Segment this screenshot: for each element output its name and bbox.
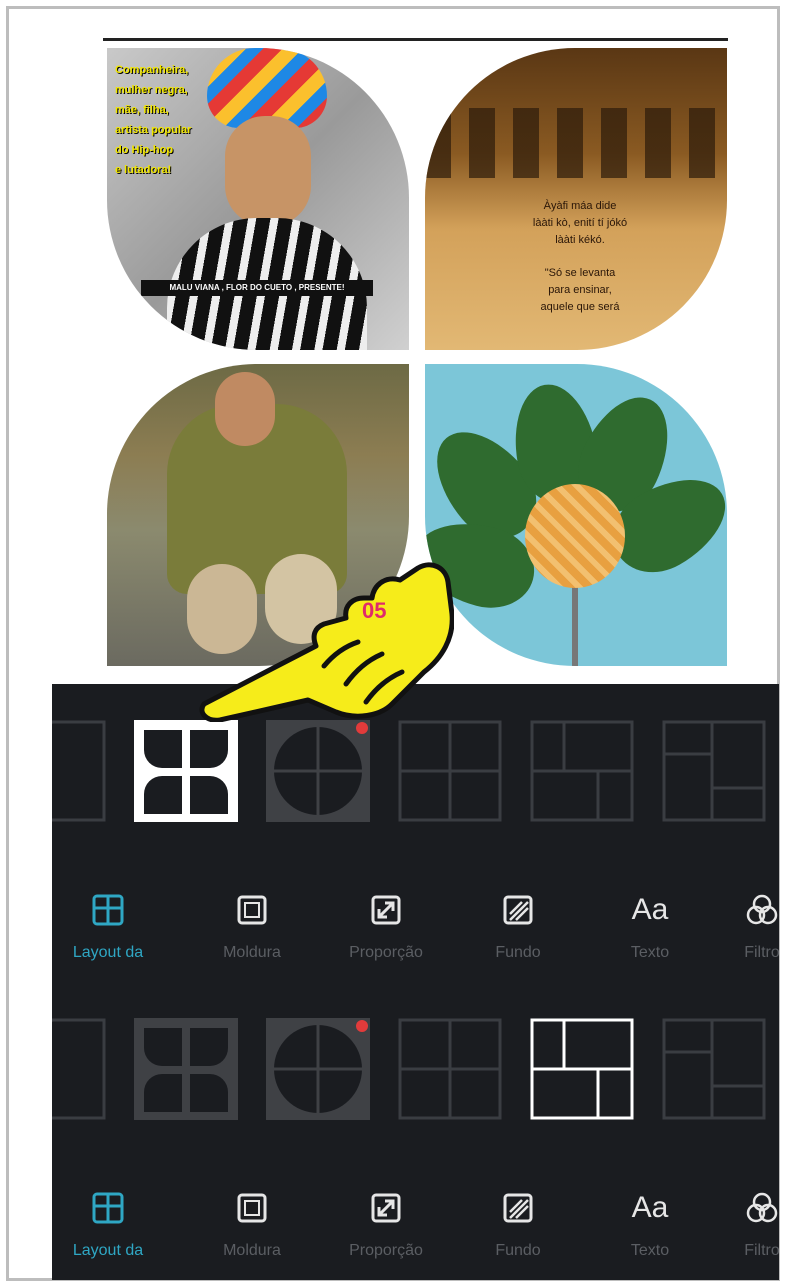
tool-label: Filtro bbox=[744, 1242, 779, 1259]
background-icon bbox=[503, 895, 533, 925]
proverb-line: lààti kékó. bbox=[555, 234, 605, 246]
tool-row-2: Layout da Moldura Proporção Fundo Aa Tex… bbox=[52, 1188, 779, 1278]
tile-poem: Companheira, mulher negra, mãe, filha, a… bbox=[115, 60, 265, 180]
tile-caption: MALU VIANA , FLOR DO CUETO , PRESENTE! bbox=[141, 280, 373, 296]
tool-label: Fundo bbox=[495, 1242, 541, 1259]
poem-line: do Hip-hop bbox=[115, 144, 174, 156]
cookie-stick bbox=[572, 586, 578, 666]
silhouettes-shape bbox=[425, 108, 727, 178]
layout-thumb-grid-3-selected[interactable] bbox=[530, 1018, 634, 1120]
layout-thumb-circle[interactable] bbox=[266, 1018, 370, 1120]
tool-label: Texto bbox=[630, 1242, 670, 1259]
tool-text[interactable]: Aa Texto bbox=[590, 890, 710, 962]
tool-label: Layout da bbox=[72, 1242, 144, 1259]
filter-icon bbox=[746, 894, 778, 925]
tool-frame[interactable]: Moldura bbox=[192, 1188, 312, 1260]
layout-grid-icon bbox=[92, 1192, 124, 1224]
collage-tile-portrait[interactable]: Companheira, mulher negra, mãe, filha, a… bbox=[107, 48, 409, 350]
tool-layout[interactable]: Layout da bbox=[52, 1188, 168, 1260]
layout-thumb-grid-3[interactable] bbox=[530, 720, 634, 822]
drummer-head bbox=[215, 372, 275, 446]
proverb-text: Àyàfi máa dide lààti kò, enití tí jókó l… bbox=[465, 198, 695, 316]
proverb-line: lààti kò, enití tí jókó bbox=[532, 217, 628, 229]
layout-thumb-grid-2x2[interactable] bbox=[398, 1018, 502, 1120]
step-number: 05 bbox=[362, 598, 387, 623]
tool-label: Moldura bbox=[223, 944, 281, 961]
tool-filter[interactable]: Filtro bbox=[702, 890, 779, 962]
poem-line: artista popular bbox=[115, 124, 192, 136]
layout-row-1 bbox=[52, 720, 779, 830]
frame-icon bbox=[237, 1193, 267, 1223]
poem-line: e lutadora! bbox=[115, 164, 172, 176]
filter-icon bbox=[746, 1192, 778, 1223]
resize-icon bbox=[371, 895, 401, 925]
layout-thumb-petals[interactable] bbox=[134, 1018, 238, 1120]
tool-row-1: Layout da Moldura Proporção Fundo Aa Tex… bbox=[52, 890, 779, 980]
poem-line: mãe, filha, bbox=[115, 104, 169, 116]
layout-thumb-diagonal[interactable] bbox=[52, 1018, 106, 1120]
layout-thumb-petals-selected[interactable] bbox=[134, 720, 238, 822]
layout-thumb-circle[interactable] bbox=[266, 720, 370, 822]
collage-tile-proverb[interactable]: Àyàfi máa dide lààti kò, enití tí jókó l… bbox=[425, 48, 727, 350]
tool-proportion[interactable]: Proporção bbox=[326, 1188, 446, 1260]
tool-label: Texto bbox=[630, 944, 670, 961]
background-icon bbox=[503, 1193, 533, 1223]
layout-thumb-grid-4[interactable] bbox=[662, 720, 766, 822]
cookie-shape bbox=[525, 484, 625, 588]
tool-label: Filtro bbox=[744, 944, 779, 961]
tool-frame[interactable]: Moldura bbox=[192, 890, 312, 962]
tool-filter[interactable]: Filtro bbox=[702, 1188, 779, 1260]
collage-tile-cookie[interactable] bbox=[425, 364, 727, 666]
tool-label: Proporção bbox=[349, 944, 423, 961]
text-icon: Aa bbox=[631, 1191, 669, 1224]
tool-label: Fundo bbox=[495, 944, 541, 961]
tool-layout[interactable]: Layout da bbox=[52, 890, 168, 962]
resize-icon bbox=[371, 1193, 401, 1223]
layout-thumb-grid-4[interactable] bbox=[662, 1018, 766, 1120]
proverb-line: "Só se levanta bbox=[544, 267, 616, 279]
poem-line: mulher negra, bbox=[115, 84, 188, 96]
layout-thumb-diagonal[interactable] bbox=[52, 720, 106, 822]
pointing-hand-icon bbox=[199, 562, 454, 722]
layout-grid-icon bbox=[92, 894, 124, 926]
text-icon: Aa bbox=[631, 893, 669, 926]
proverb-line: para ensinar, bbox=[548, 284, 612, 296]
tool-background[interactable]: Fundo bbox=[458, 890, 578, 962]
poem-line: Companheira, bbox=[115, 64, 189, 76]
editor-panel: Layout da Moldura Proporção Fundo Aa Tex… bbox=[52, 684, 779, 1280]
layout-thumb-grid-2x2[interactable] bbox=[398, 720, 502, 822]
proverb-line: Àyàfi máa dide bbox=[543, 200, 617, 212]
tool-proportion[interactable]: Proporção bbox=[326, 890, 446, 962]
tool-label: Moldura bbox=[223, 1242, 281, 1259]
collage-top-line bbox=[103, 38, 728, 41]
layout-row-2 bbox=[52, 1018, 779, 1128]
tool-label: Proporção bbox=[349, 1242, 423, 1259]
tool-label: Layout da bbox=[72, 944, 144, 961]
proverb-line: aquele que será bbox=[540, 301, 620, 313]
frame-icon bbox=[237, 895, 267, 925]
tool-text[interactable]: Aa Texto bbox=[590, 1188, 710, 1260]
tool-background[interactable]: Fundo bbox=[458, 1188, 578, 1260]
